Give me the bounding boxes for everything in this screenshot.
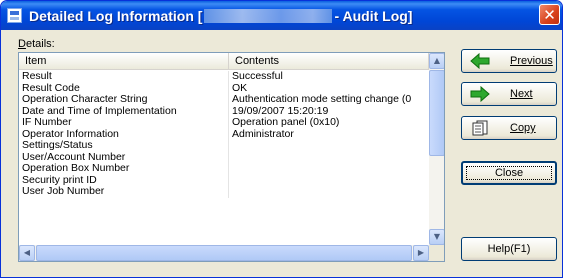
title-bar[interactable]: Detailed Log Information [ - Audit Log] …: [1, 1, 562, 30]
row-contents: Authentication mode setting change (0: [232, 94, 412, 105]
row-contents: [229, 140, 429, 152]
list-row[interactable]: IF Number Operation panel (0x10): [19, 117, 429, 129]
row-item: Operator Information: [19, 128, 229, 140]
horizontal-scrollbar[interactable]: ◀ ▶: [19, 245, 429, 261]
row-contents: Administrator: [232, 128, 294, 140]
list-row[interactable]: Operator Information Administrator: [19, 128, 429, 140]
list-row[interactable]: Operation Character String Authenticatio…: [19, 94, 429, 106]
row-contents: OK: [232, 82, 248, 94]
close-icon: ✕: [543, 5, 556, 24]
details-label-accel: D: [18, 38, 26, 50]
row-item: Result: [19, 71, 229, 83]
list-header: Item Contents: [19, 53, 429, 70]
close-label: Close: [494, 167, 524, 179]
left-arrow-icon: [470, 53, 490, 69]
next-button[interactable]: Next: [461, 82, 557, 106]
row-contents: Operation panel (0x10): [232, 117, 340, 128]
row-item: Result Code: [19, 82, 229, 94]
row-item: User Job Number: [19, 186, 229, 198]
window-title-suffix: - Audit Log]: [334, 8, 413, 24]
details-label-text: etails:: [25, 38, 55, 50]
previous-label: Previous: [510, 55, 553, 67]
scroll-up-button[interactable]: ▲: [429, 53, 444, 69]
chevron-up-icon: ▲: [433, 56, 441, 65]
chevron-left-icon: ◀: [23, 248, 31, 257]
list-row[interactable]: User/Account Number: [19, 151, 429, 164]
details-label: Details:: [18, 38, 55, 50]
row-item: IF Number: [19, 117, 229, 129]
window-title-prefix: Detailed Log Information [: [29, 8, 203, 24]
window-title: Detailed Log Information [ - Audit Log]: [29, 7, 412, 25]
row-item: Settings/Status: [19, 140, 229, 152]
details-list[interactable]: Item Contents Result Successful Result C…: [18, 52, 445, 262]
row-item: User/Account Number: [19, 151, 229, 163]
scroll-right-button[interactable]: ▶: [413, 245, 429, 261]
row-contents: [229, 175, 429, 187]
window-app-icon: [7, 8, 22, 23]
audit-log-dialog: Detailed Log Information [ - Audit Log] …: [0, 0, 563, 278]
scrollbar-corner: [429, 245, 444, 261]
list-row[interactable]: Settings/Status: [19, 140, 429, 152]
chevron-right-icon: ▶: [417, 248, 425, 257]
row-contents: [229, 163, 429, 175]
row-contents: [229, 186, 429, 198]
list-body: Result Successful Result Code OK Operati…: [19, 71, 429, 244]
column-header-item[interactable]: Item: [19, 53, 229, 70]
list-row[interactable]: Result Successful: [19, 71, 429, 83]
copy-button[interactable]: Copy: [461, 116, 557, 140]
copy-label: Copy: [510, 122, 536, 134]
list-row[interactable]: User Job Number: [19, 186, 429, 198]
vertical-scrollbar[interactable]: ▲ ▼: [429, 53, 444, 245]
scroll-left-button[interactable]: ◀: [19, 245, 35, 261]
right-arrow-icon: [470, 86, 490, 102]
next-label: Next: [510, 88, 533, 100]
previous-button[interactable]: Previous: [461, 49, 557, 73]
row-item: Operation Box Number: [19, 163, 229, 175]
scroll-down-button[interactable]: ▼: [429, 229, 444, 245]
row-contents: Successful: [232, 71, 283, 82]
row-contents: [229, 152, 429, 164]
list-row[interactable]: Operation Box Number: [19, 163, 429, 175]
list-row[interactable]: Result Code OK: [19, 82, 429, 94]
help-label: Help(F1): [487, 243, 531, 255]
row-item: Operation Character String: [19, 94, 229, 106]
horizontal-scroll-thumb[interactable]: [36, 245, 412, 261]
help-button[interactable]: Help(F1): [461, 237, 557, 261]
list-row[interactable]: Security print ID: [19, 174, 429, 187]
row-item: Security print ID: [19, 174, 229, 186]
copy-document-icon: [472, 120, 488, 136]
row-item: Date and Time of Implementation: [19, 105, 229, 117]
vertical-scroll-thumb[interactable]: [429, 70, 444, 156]
close-window-button[interactable]: ✕: [539, 4, 560, 25]
column-header-contents[interactable]: Contents: [229, 53, 429, 70]
close-button[interactable]: Close: [461, 161, 557, 185]
chevron-down-icon: ▼: [433, 232, 441, 241]
row-contents: 19/09/2007 15:20:19: [232, 105, 329, 117]
list-row[interactable]: Date and Time of Implementation 19/09/20…: [19, 105, 429, 117]
redacted-address: [204, 9, 333, 23]
